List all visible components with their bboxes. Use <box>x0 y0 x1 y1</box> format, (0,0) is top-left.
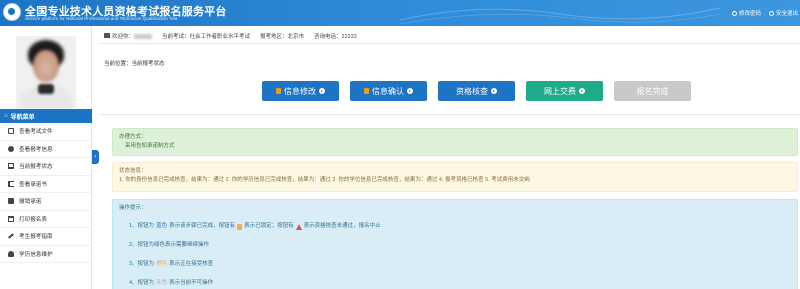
step-qualification-check-button[interactable]: 资格核查 <box>438 81 515 101</box>
tip-text: 表示已锁定；按钮有 <box>244 223 294 229</box>
lock-icon <box>364 88 369 94</box>
welcome-text: 欢迎你： <box>104 32 153 40</box>
registration-area: 报考地区：北京市 <box>260 33 305 40</box>
power-icon <box>768 10 774 16</box>
tip-4: 4、按钮为 灰色 表示当前不可操作 <box>119 278 791 289</box>
book-icon <box>8 180 14 187</box>
hotline: 咨询电话：22222 <box>314 33 357 40</box>
step-label: 信息修改 <box>284 86 316 96</box>
sidebar-item-label: 打印报名表 <box>19 216 47 223</box>
step-info-edit-button[interactable]: 信息修改 <box>262 81 339 101</box>
step-label: 报名完成 <box>636 86 669 96</box>
arrow-right-icon <box>491 88 497 94</box>
change-password-label: 修改密码 <box>738 11 761 17</box>
method-title: 办理方式： <box>119 134 147 140</box>
step-online-payment-button[interactable]: 网上交费 <box>526 81 603 101</box>
logout-label: 安全退出 <box>775 11 798 17</box>
top-links: 修改密码 安全退出 <box>731 9 798 17</box>
tip-text: 表示资格核查未通过，报名中止 <box>303 223 381 229</box>
tip-text: 表示该步骤已完成，按钮有 <box>169 223 236 229</box>
blurred-username <box>134 33 153 39</box>
tip-text-gray: 灰色 <box>156 280 168 286</box>
header-banner: 全国专业技术人员资格考试报名服务平台 Service platform for … <box>0 0 800 26</box>
tip-3: 3、按钮为 橙色 表示正在接受核查 <box>119 259 791 270</box>
status-steps: 信息修改 信息确认 资格核查 网上交费 报名完成 <box>262 81 691 101</box>
tip-1: 1、按钮为 蓝色 表示该步骤已完成，按钮有 表示已锁定；按钮有 表示资格核查未通… <box>119 221 791 232</box>
lock-icon <box>237 223 243 230</box>
user-icon <box>8 250 14 257</box>
sidebar-item-commitment[interactable]: 查看承诺书 <box>0 176 92 193</box>
key-icon <box>731 10 737 16</box>
sidebar-item-label: 学历信息维护 <box>19 251 53 258</box>
platform-subtitle: Service platform for National Profession… <box>25 16 178 21</box>
tips-panel: 操作提示： 1、按钮为 蓝色 表示该步骤已完成，按钮有 表示已锁定；按钮有 表示… <box>112 199 798 289</box>
document-icon <box>8 128 14 135</box>
user-info-bar: 欢迎你： 当前考试：社会工作者职业水平考试 报考地区：北京市 咨询电话：2222… <box>100 28 800 44</box>
breadcrumb: 当前位置：当前报考状态 <box>104 61 165 67</box>
status-text: 1. 你的身份信息已完成核查，结果为：通过 2. 你的学历信息已完成核查，结果为… <box>119 177 530 183</box>
sidebar-item-exam-files[interactable]: 查看考试文件 <box>0 123 92 141</box>
tip-text-blue: 蓝色 <box>156 223 168 229</box>
status-panel: 状态信息： 1. 你的身份信息已完成核查，结果为：通过 2. 你的学历信息已完成… <box>112 162 798 192</box>
info-icon <box>8 145 14 152</box>
status-title: 状态信息： <box>119 168 147 174</box>
sidebar-item-label: 撤销承诺 <box>19 199 42 206</box>
current-exam: 当前考试：社会工作者职业水平考试 <box>162 33 251 40</box>
platform-logo <box>3 3 21 21</box>
chevron-left-icon: ‹ <box>94 154 97 160</box>
home-icon <box>104 32 110 38</box>
tip-text: 1、按钮为 <box>129 223 155 229</box>
sidebar-item-label: 查看报考信息 <box>19 146 53 153</box>
sidebar-item-registration-info[interactable]: 查看报考信息 <box>0 141 92 158</box>
tips-title: 操作提示： <box>119 205 147 211</box>
sidebar-item-revoke-commitment[interactable]: 撤销承诺 <box>0 193 92 211</box>
header-decoration <box>400 7 720 25</box>
step-label: 信息确认 <box>372 86 404 96</box>
sidebar-item-current-status[interactable]: 当前报考状态 <box>0 158 92 176</box>
arrow-right-icon <box>407 88 413 94</box>
sidebar-item-print-form[interactable]: 打印报名表 <box>0 211 92 228</box>
wrench-icon <box>8 233 14 239</box>
nav-menu-title: 导航菜单 <box>10 114 35 121</box>
sidebar-item-guide[interactable]: 考生报考指南 <box>0 228 92 246</box>
step-info-confirm-button[interactable]: 信息确认 <box>350 81 427 101</box>
warning-icon <box>295 223 302 230</box>
step-label: 网上交费 <box>544 86 576 96</box>
step-label: 资格核查 <box>456 86 488 96</box>
nav-menu-header: ⌂ 导航菜单 <box>0 109 92 123</box>
logout-link[interactable]: 安全退出 <box>768 9 798 17</box>
tip-text: 2、按钮为绿色表示需要继续操作 <box>129 242 210 248</box>
arrow-right-icon <box>579 88 585 94</box>
change-password-link[interactable]: 修改密码 <box>731 9 761 17</box>
divider <box>100 114 800 115</box>
method-panel: 办理方式： 采用告知承诺制方式 <box>112 128 798 156</box>
avatar <box>16 36 76 108</box>
sidebar-collapse-toggle[interactable]: ‹ <box>92 150 99 164</box>
sidebar-item-label: 考生报考指南 <box>19 234 53 241</box>
nav-menu: 查看考试文件 查看报考信息 当前报考状态 查看承诺书 撤销承诺 打印报名表 考生… <box>0 123 92 263</box>
method-text: 采用告知承诺制方式 <box>125 143 175 149</box>
tip-text: 4、按钮为 <box>129 280 155 286</box>
home-icon: ⌂ <box>4 113 8 119</box>
tip-text: 3、按钮为 <box>129 261 155 267</box>
tip-text: 表示正在接受核查 <box>169 261 214 267</box>
monitor-icon <box>8 163 14 170</box>
arrow-right-icon <box>319 88 325 94</box>
tip-text-orange: 橙色 <box>156 261 168 267</box>
lock-icon <box>276 88 281 94</box>
sidebar-item-label: 查看承诺书 <box>19 181 47 188</box>
tip-2: 2、按钮为绿色表示需要继续操作 <box>119 240 791 251</box>
print-icon <box>8 215 14 222</box>
welcome-label: 欢迎你： <box>112 33 135 40</box>
tip-text: 表示当前不可操作 <box>169 280 214 286</box>
sidebar-item-label: 查看考试文件 <box>19 129 53 136</box>
sidebar-item-label: 当前报考状态 <box>19 164 53 171</box>
square-icon <box>8 198 14 205</box>
step-registration-complete-button: 报名完成 <box>614 81 691 101</box>
sidebar-item-education[interactable]: 学历信息维护 <box>0 246 92 263</box>
